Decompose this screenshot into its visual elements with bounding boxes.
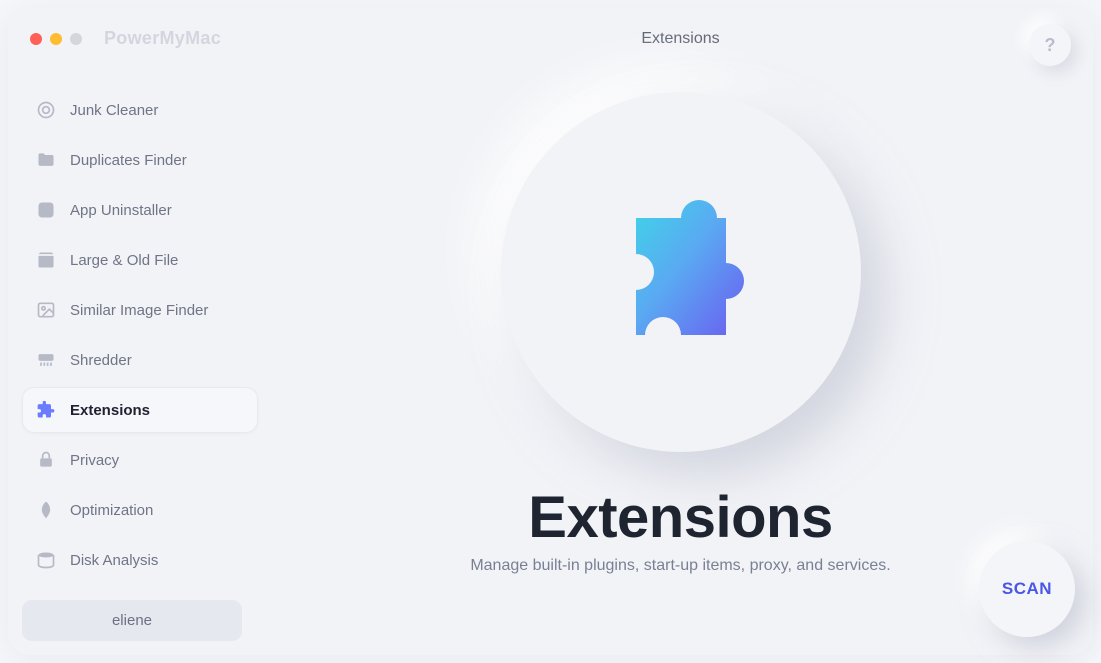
page-title: Extensions: [641, 30, 719, 48]
sidebar: PowerMyMac Junk Cleaner Duplicates Finde…: [8, 8, 268, 655]
hero-illustration: [501, 92, 861, 452]
sidebar-item-label: Similar Image Finder: [70, 302, 208, 319]
shredder-icon: [36, 350, 56, 370]
sidebar-item-label: Privacy: [70, 452, 119, 469]
sidebar-item-optimization[interactable]: Optimization: [22, 487, 258, 533]
sidebar-item-label: Shredder: [70, 352, 132, 369]
lock-icon: [36, 450, 56, 470]
target-icon: [36, 100, 56, 120]
sidebar-item-disk-analysis[interactable]: Disk Analysis: [22, 537, 258, 583]
rocket-icon: [36, 500, 56, 520]
app-window: PowerMyMac Junk Cleaner Duplicates Finde…: [8, 8, 1093, 655]
user-chip[interactable]: eliene: [22, 600, 242, 641]
sidebar-item-junk-cleaner[interactable]: Junk Cleaner: [22, 87, 258, 133]
sidebar-item-label: Large & Old File: [70, 252, 178, 269]
sidebar-nav: Junk Cleaner Duplicates Finder App Unins…: [22, 65, 258, 583]
app-title: PowerMyMac: [104, 28, 221, 49]
sidebar-item-label: Extensions: [70, 402, 150, 419]
disk-icon: [36, 550, 56, 570]
scan-button[interactable]: SCAN: [979, 541, 1075, 637]
sidebar-item-large-old-file[interactable]: Large & Old File: [22, 237, 258, 283]
scan-button-label: SCAN: [1002, 579, 1052, 599]
sidebar-item-label: App Uninstaller: [70, 202, 172, 219]
sidebar-item-shredder[interactable]: Shredder: [22, 337, 258, 383]
hero-subtitle: Manage built-in plugins, start-up items,…: [470, 557, 890, 575]
sidebar-item-app-uninstaller[interactable]: App Uninstaller: [22, 187, 258, 233]
window-titlebar: PowerMyMac: [22, 22, 258, 65]
sidebar-item-duplicates-finder[interactable]: Duplicates Finder: [22, 137, 258, 183]
box-icon: [36, 250, 56, 270]
puzzle-icon: [36, 400, 56, 420]
sidebar-item-privacy[interactable]: Privacy: [22, 437, 258, 483]
sidebar-item-extensions[interactable]: Extensions: [22, 387, 258, 433]
window-close-button[interactable]: [30, 33, 42, 45]
puzzle-piece-icon: [591, 182, 771, 362]
main-panel: Extensions ? Extensions Manage built-in …: [268, 8, 1093, 655]
sidebar-item-label: Optimization: [70, 502, 153, 519]
sidebar-item-label: Duplicates Finder: [70, 152, 187, 169]
window-maximize-button[interactable]: [70, 33, 82, 45]
help-icon: ?: [1045, 35, 1056, 56]
folder-icon: [36, 150, 56, 170]
help-button[interactable]: ?: [1029, 24, 1071, 66]
sidebar-item-label: Disk Analysis: [70, 552, 158, 569]
sidebar-item-label: Junk Cleaner: [70, 102, 158, 119]
sidebar-item-similar-image-finder[interactable]: Similar Image Finder: [22, 287, 258, 333]
hero-title: Extensions: [528, 484, 832, 551]
app-icon: [36, 200, 56, 220]
image-icon: [36, 300, 56, 320]
window-minimize-button[interactable]: [50, 33, 62, 45]
